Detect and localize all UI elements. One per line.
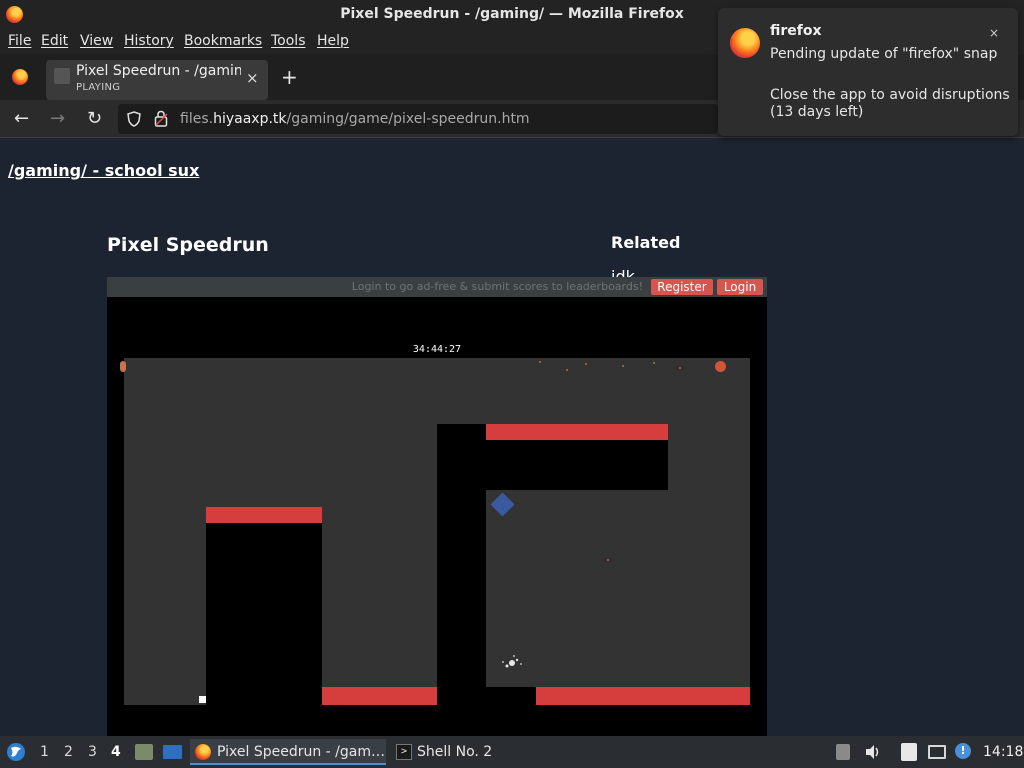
tab-pixel-speedrun[interactable]: Pixel Speedrun - /gaming PLAYING × [46, 60, 268, 100]
game-login-bar: Login to go ad-free & submit scores to l… [107, 277, 767, 297]
task-firefox-label: Pixel Speedrun - /gam… [217, 744, 385, 760]
debris-speck [679, 367, 681, 369]
network-icon[interactable] [928, 745, 946, 759]
tray-upload-icon[interactable] [836, 744, 850, 760]
url-text[interactable]: files.hiyaaxp.tk/gaming/game/pixel-speed… [180, 111, 530, 127]
workspace-1[interactable]: 1 [40, 744, 49, 760]
login-message: Login to go ad-free & submit scores to l… [351, 280, 643, 293]
clock[interactable]: 14:18 [983, 744, 1023, 760]
notification-app-name: firefox [770, 23, 822, 39]
particle-burst-icon [502, 655, 522, 668]
firefox-view-icon[interactable] [12, 69, 28, 85]
workspace-3[interactable]: 3 [88, 744, 97, 760]
shield-icon[interactable] [127, 111, 141, 127]
related-heading: Related [611, 233, 681, 252]
start-menu-icon[interactable] [6, 742, 26, 762]
reload-button[interactable]: ↻ [87, 108, 102, 129]
menu-tools[interactable]: Tools [271, 33, 306, 49]
desktop-icon[interactable] [163, 745, 182, 759]
notification-message: Pending update of "firefox" snap [770, 46, 998, 62]
tab-close-icon[interactable]: × [246, 69, 259, 87]
platform-bottom-right [536, 687, 750, 705]
page-content: /gaming/ - school sux Pixel Speedrun Rel… [0, 139, 1024, 736]
notification-detail: Close the app to avoid disruptions (13 d… [770, 87, 1010, 120]
platform-top [486, 424, 668, 440]
url-domain: hiyaaxp.tk [213, 111, 287, 127]
tab-title: Pixel Speedrun - /gaming [76, 63, 241, 79]
menu-history[interactable]: History [124, 33, 174, 49]
debris-speck [622, 365, 624, 367]
debris-speck [539, 361, 541, 363]
lock-icon[interactable] [154, 110, 168, 127]
debris-speck [566, 369, 568, 371]
terminal-icon: > [396, 744, 412, 760]
pit-center [437, 424, 486, 705]
debris-speck [607, 559, 609, 561]
new-tab-button[interactable]: + [281, 65, 298, 89]
workspace-4[interactable]: 4 [111, 744, 121, 760]
game-title: Pixel Speedrun [107, 234, 269, 256]
game-canvas[interactable]: Login to go ad-free & submit scores to l… [107, 277, 767, 736]
platform-left [206, 507, 322, 523]
task-shell[interactable]: > Shell No. 2 [390, 739, 510, 765]
tab-status: PLAYING [76, 82, 121, 93]
menu-help[interactable]: Help [317, 33, 349, 49]
tab-favicon-icon [54, 68, 70, 84]
exit-orb-icon [715, 361, 726, 372]
debris-speck [585, 363, 587, 365]
task-firefox[interactable]: Pixel Speedrun - /gam… [190, 739, 386, 765]
volume-icon[interactable] [864, 744, 882, 760]
update-notification[interactable]: firefox Pending update of "firefox" snap… [718, 8, 1018, 136]
game-timer: 34:44:27 [412, 344, 462, 355]
debris-speck [653, 362, 655, 364]
pit-bottom [486, 687, 536, 705]
workspace-2[interactable]: 2 [64, 744, 73, 760]
register-button[interactable]: Register [651, 279, 713, 295]
url-bar[interactable]: files.hiyaaxp.tk/gaming/game/pixel-speed… [118, 104, 718, 134]
menu-view[interactable]: View [80, 33, 113, 49]
platform-bottom-middle [322, 687, 437, 705]
checkpoint-block [199, 696, 206, 703]
start-marker [120, 361, 126, 372]
menu-edit[interactable]: Edit [41, 33, 68, 49]
taskbar: 1 2 3 4 Pixel Speedrun - /gam… > Shell N… [0, 736, 1024, 768]
firefox-icon [195, 744, 211, 760]
back-button[interactable]: ← [14, 108, 29, 129]
menu-bookmarks[interactable]: Bookmarks [184, 33, 262, 49]
task-shell-label: Shell No. 2 [417, 744, 493, 760]
file-manager-icon[interactable] [135, 744, 153, 760]
login-button[interactable]: Login [717, 279, 763, 295]
firefox-icon [730, 28, 760, 58]
updates-icon[interactable]: ! [955, 743, 971, 759]
pit-left [206, 523, 322, 705]
url-path: /gaming/game/pixel-speedrun.htm [286, 111, 530, 127]
menu-file[interactable]: File [8, 33, 31, 49]
notification-close-icon[interactable]: × [984, 23, 1004, 43]
forward-button[interactable]: → [50, 108, 65, 129]
url-prefix: files. [180, 111, 214, 127]
site-link[interactable]: /gaming/ - school sux [8, 161, 199, 180]
clipboard-icon[interactable] [901, 743, 917, 761]
